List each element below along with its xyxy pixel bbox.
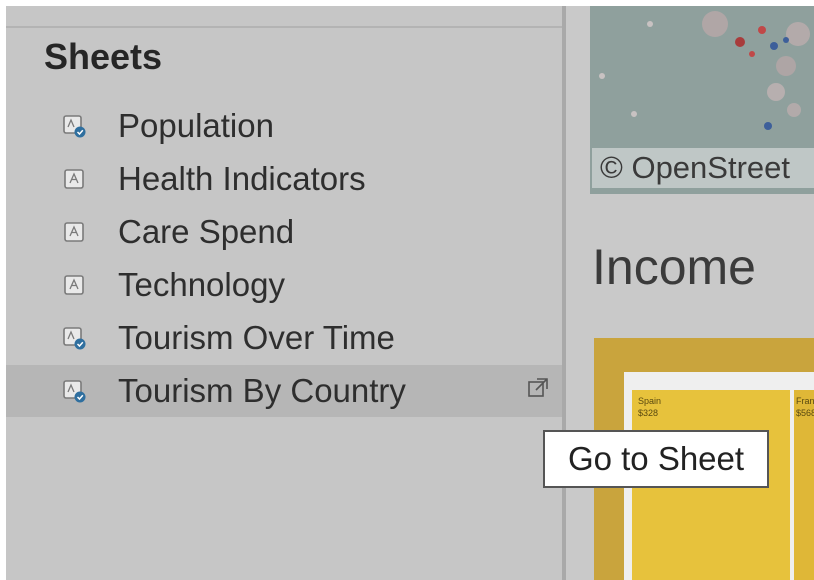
sheet-label: Population xyxy=(118,107,274,144)
tile-country-label: France xyxy=(796,396,814,406)
sheets-panel: Sheets Population Health Indicators Care xyxy=(6,6,562,580)
sheet-used-icon xyxy=(63,327,86,350)
map-attribution[interactable]: © OpenStreet xyxy=(592,148,814,188)
sheet-icon xyxy=(64,169,84,189)
sheet-item-care-spend[interactable]: Care Spend xyxy=(6,206,562,258)
go-to-sheet-tooltip: Go to Sheet xyxy=(543,430,769,488)
sheets-panel-title: Sheets xyxy=(44,36,163,77)
tile-value-label: $568 xyxy=(796,408,814,418)
tile-value-label: $328 xyxy=(638,408,659,418)
external-link-icon[interactable] xyxy=(526,376,550,400)
sheet-item-tourism-by-country[interactable]: Tourism By Country xyxy=(6,365,562,417)
sheet-label: Health Indicators xyxy=(118,160,366,197)
app-frame: Sheets Population Health Indicators Care xyxy=(6,6,814,580)
panel-top-border xyxy=(6,26,562,28)
tile-country-label: Spain xyxy=(638,396,662,406)
income-title: Income xyxy=(592,239,756,295)
sheet-label: Tourism Over Time xyxy=(118,319,395,356)
dashboard-canvas: © OpenStreet Income Spain $328 France $5… xyxy=(566,6,814,580)
sheet-icon xyxy=(64,275,84,295)
sheet-used-icon xyxy=(63,115,86,138)
sheet-item-population[interactable]: Population xyxy=(6,100,562,152)
sheet-used-icon xyxy=(63,380,86,403)
sheet-item-technology[interactable]: Technology xyxy=(6,259,562,311)
sheet-label: Technology xyxy=(118,266,285,303)
sheet-item-health-indicators[interactable]: Health Indicators xyxy=(6,153,562,205)
treemap-tile-france[interactable]: France $568 xyxy=(794,390,814,580)
sheet-label: Tourism By Country xyxy=(118,372,406,409)
sheet-item-tourism-over-time[interactable]: Tourism Over Time xyxy=(6,312,562,364)
sheet-label: Care Spend xyxy=(118,213,295,250)
sheet-icon xyxy=(64,222,84,242)
